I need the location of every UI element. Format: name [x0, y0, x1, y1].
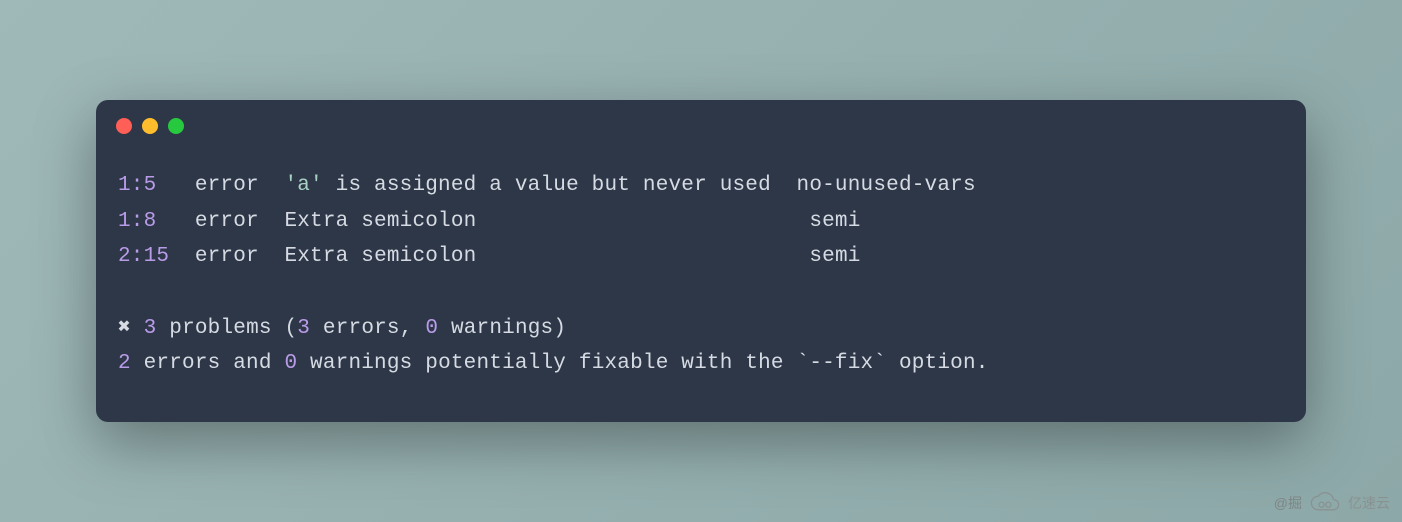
problems-count: 3	[144, 317, 157, 340]
terminal-window: 1:5 error 'a' is assigned a value but ne…	[96, 100, 1306, 422]
lint-quoted: 'a'	[284, 174, 322, 197]
lint-severity: error	[195, 245, 259, 268]
lint-rule: no-unused-vars	[797, 174, 976, 197]
lint-location: 2:15	[118, 245, 169, 268]
summary-text: errors,	[310, 317, 425, 340]
lint-rule: semi	[809, 245, 860, 268]
lint-location: 1:5	[118, 174, 156, 197]
lint-summary: ✖ 3 problems (3 errors, 0 warnings)	[118, 317, 566, 340]
close-icon[interactable]	[116, 118, 132, 134]
fixable-text: option.	[886, 352, 988, 375]
lint-severity: error	[195, 174, 259, 197]
cloud-icon	[1308, 492, 1342, 514]
lint-message: is assigned a value but never used	[323, 174, 771, 197]
lint-location: 1:8	[118, 210, 156, 233]
lint-message: Extra semicolon	[284, 245, 476, 268]
fixable-errors: 2	[118, 352, 131, 375]
fixable-text: warnings potentially fixable with the	[297, 352, 796, 375]
watermark-prefix: @掘	[1274, 493, 1302, 513]
lint-severity: error	[195, 210, 259, 233]
lint-rule: semi	[809, 210, 860, 233]
cross-icon: ✖	[118, 317, 131, 340]
lint-row: 2:15 error Extra semicolon semi	[118, 245, 861, 268]
warnings-count: 0	[425, 317, 438, 340]
fixable-warnings: 0	[284, 352, 297, 375]
watermark: @掘 亿速云	[1274, 492, 1390, 514]
fix-flag: `--fix`	[797, 352, 887, 375]
fixable-text: errors and	[131, 352, 285, 375]
terminal-output: 1:5 error 'a' is assigned a value but ne…	[96, 148, 1306, 422]
maximize-icon[interactable]	[168, 118, 184, 134]
lint-row: 1:5 error 'a' is assigned a value but ne…	[118, 174, 976, 197]
lint-message: Extra semicolon	[284, 210, 476, 233]
summary-text: warnings)	[438, 317, 566, 340]
summary-text: problems (	[156, 317, 297, 340]
watermark-brand: 亿速云	[1348, 493, 1390, 513]
lint-row: 1:8 error Extra semicolon semi	[118, 210, 861, 233]
window-titlebar	[96, 100, 1306, 148]
lint-fixable: 2 errors and 0 warnings potentially fixa…	[118, 352, 989, 375]
errors-count: 3	[297, 317, 310, 340]
minimize-icon[interactable]	[142, 118, 158, 134]
